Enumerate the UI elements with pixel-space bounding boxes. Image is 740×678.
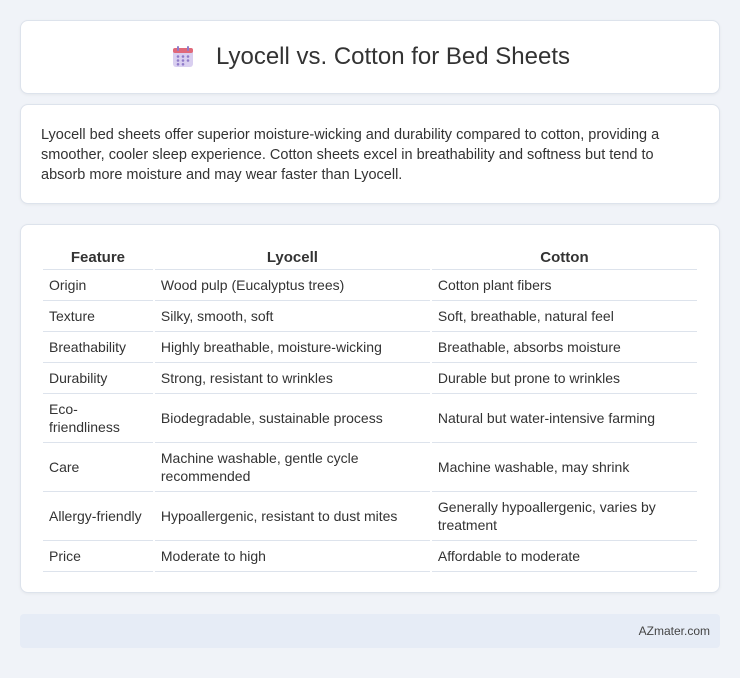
- cell-lyocell: Hypoallergenic, resistant to dust mites: [154, 492, 430, 541]
- title-wrap: Lyocell vs. Cotton for Bed Sheets: [170, 43, 570, 71]
- footer: AZmater.com: [20, 614, 720, 648]
- table-row: Breathability Highly breathable, moistur…: [43, 332, 697, 363]
- comparison-table-card: Feature Lyocell Cotton Origin Wood pulp …: [20, 224, 720, 593]
- cell-lyocell: Highly breathable, moisture-wicking: [154, 332, 430, 363]
- cell-feature: Eco-friendliness: [43, 394, 153, 443]
- header-card: Lyocell vs. Cotton for Bed Sheets: [20, 20, 720, 94]
- cell-feature: Price: [43, 541, 153, 572]
- header-lyocell: Lyocell: [154, 247, 430, 270]
- cell-cotton: Durable but prone to wrinkles: [431, 363, 697, 394]
- cell-cotton: Natural but water-intensive farming: [431, 394, 697, 443]
- table-row: Texture Silky, smooth, soft Soft, breath…: [43, 301, 697, 332]
- comparison-table: Feature Lyocell Cotton Origin Wood pulp …: [41, 247, 699, 572]
- cell-cotton: Generally hypoallergenic, varies by trea…: [431, 492, 697, 541]
- table-row: Allergy-friendly Hypoallergenic, resista…: [43, 492, 697, 541]
- table-row: Origin Wood pulp (Eucalyptus trees) Cott…: [43, 270, 697, 301]
- table-row: Price Moderate to high Affordable to mod…: [43, 541, 697, 572]
- table-header-row: Feature Lyocell Cotton: [43, 247, 697, 270]
- summary-text: Lyocell bed sheets offer superior moistu…: [41, 127, 660, 183]
- cell-cotton: Machine washable, may shrink: [431, 443, 697, 492]
- header-cotton: Cotton: [431, 247, 697, 270]
- cell-lyocell: Moderate to high: [154, 541, 430, 572]
- cell-feature: Care: [43, 443, 153, 492]
- footer-credit[interactable]: AZmater.com: [639, 624, 710, 638]
- cell-feature: Allergy-friendly: [43, 492, 153, 541]
- summary-card: Lyocell bed sheets offer superior moistu…: [20, 104, 720, 204]
- cell-feature: Texture: [43, 301, 153, 332]
- cell-cotton: Affordable to moderate: [431, 541, 697, 572]
- cell-lyocell: Silky, smooth, soft: [154, 301, 430, 332]
- table-row: Durability Strong, resistant to wrinkles…: [43, 363, 697, 394]
- cell-feature: Durability: [43, 363, 153, 394]
- header-feature: Feature: [43, 247, 153, 270]
- table-row: Eco-friendliness Biodegradable, sustaina…: [43, 394, 697, 443]
- cell-lyocell: Strong, resistant to wrinkles: [154, 363, 430, 394]
- cell-lyocell: Machine washable, gentle cycle recommend…: [154, 443, 430, 492]
- cell-cotton: Breathable, absorbs moisture: [431, 332, 697, 363]
- cell-cotton: Cotton plant fibers: [431, 270, 697, 301]
- cell-feature: Breathability: [43, 332, 153, 363]
- page-title: Lyocell vs. Cotton for Bed Sheets: [216, 43, 570, 70]
- cell-cotton: Soft, breathable, natural feel: [431, 301, 697, 332]
- cell-lyocell: Wood pulp (Eucalyptus trees): [154, 270, 430, 301]
- cell-feature: Origin: [43, 270, 153, 301]
- cell-lyocell: Biodegradable, sustainable process: [154, 394, 430, 443]
- calendar-icon: [170, 44, 196, 70]
- table-row: Care Machine washable, gentle cycle reco…: [43, 443, 697, 492]
